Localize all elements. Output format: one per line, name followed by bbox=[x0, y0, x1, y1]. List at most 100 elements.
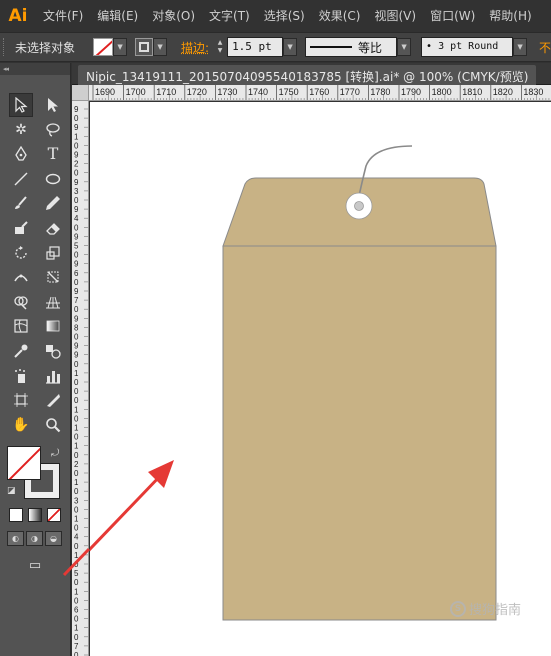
gradient-tool-icon[interactable] bbox=[41, 314, 65, 338]
screen-mode-icon[interactable]: ▭ bbox=[24, 557, 46, 573]
fill-stroke-controls: ⤾ ◪ bbox=[7, 446, 65, 506]
zoom-tool-icon[interactable] bbox=[41, 413, 65, 437]
spin-down-icon[interactable]: ▼ bbox=[218, 47, 223, 55]
ruler-label: 9 bbox=[74, 351, 79, 360]
type-tool-icon[interactable]: T bbox=[41, 142, 65, 166]
line-segment-tool-icon[interactable] bbox=[9, 167, 33, 191]
scale-tool-icon[interactable] bbox=[41, 241, 65, 265]
default-fill-stroke-icon[interactable]: ◪ bbox=[7, 486, 16, 496]
width-tool-icon[interactable] bbox=[9, 265, 33, 289]
menu-view[interactable]: 视图(V) bbox=[367, 0, 423, 32]
draw-normal-icon[interactable]: ◐ bbox=[7, 531, 24, 546]
draw-behind-icon[interactable]: ◑ bbox=[26, 531, 43, 546]
ellipse-tool-icon[interactable] bbox=[41, 167, 65, 191]
document-tab[interactable]: Nipic_13419111_20150704095540183785 [转换]… bbox=[78, 65, 537, 85]
ruler-label: 9 bbox=[74, 105, 79, 114]
menu-object[interactable]: 对象(O) bbox=[145, 0, 202, 32]
fill-dropdown-icon[interactable]: ▼ bbox=[113, 38, 128, 56]
fill-none-swatch[interactable] bbox=[7, 446, 41, 480]
ruler-label: 0 bbox=[74, 360, 79, 369]
eraser-tool-icon[interactable] bbox=[41, 216, 65, 240]
mesh-tool-icon[interactable] bbox=[9, 314, 33, 338]
selection-tool-icon[interactable] bbox=[9, 93, 33, 117]
brush-definition[interactable]: • 3 pt Round bbox=[421, 37, 514, 57]
horizontal-ruler[interactable]: 1690 1700 1710 1720 1730 1740 1750 1760 1770 1780… bbox=[89, 85, 551, 101]
menu-window[interactable]: 窗口(W) bbox=[423, 0, 482, 32]
ruler-label: 1 bbox=[74, 478, 79, 487]
ruler-origin[interactable] bbox=[72, 85, 89, 101]
ruler-label: 0 bbox=[74, 169, 79, 178]
opacity-label[interactable]: 不 bbox=[539, 39, 551, 56]
ruler-label: 0 bbox=[74, 251, 79, 260]
artboard-canvas[interactable] bbox=[66, 102, 551, 656]
ruler-label: 1820 bbox=[493, 87, 513, 97]
menu-effect[interactable]: 效果(C) bbox=[312, 0, 368, 32]
magic-wand-tool-icon[interactable]: ✲ bbox=[9, 118, 33, 142]
slice-tool-icon[interactable] bbox=[41, 388, 65, 412]
menu-select[interactable]: 选择(S) bbox=[257, 0, 312, 32]
none-mode-icon[interactable] bbox=[47, 508, 61, 522]
ruler-label: 9 bbox=[74, 205, 79, 214]
ruler-label: 9 bbox=[74, 123, 79, 132]
stroke-weight-spinner[interactable]: ▲ ▼ bbox=[213, 37, 227, 57]
ruler-label: 0 bbox=[74, 505, 79, 514]
ruler-label: 0 bbox=[74, 196, 79, 205]
spin-up-icon[interactable]: ▲ bbox=[218, 39, 223, 47]
ruler-label: 9 bbox=[74, 260, 79, 269]
ruler-label: 0 bbox=[74, 542, 79, 551]
ruler-label: 0 bbox=[74, 114, 79, 123]
variable-width-profile[interactable]: 等比 bbox=[305, 37, 398, 57]
panel-grip[interactable] bbox=[3, 38, 7, 56]
paintbrush-tool-icon[interactable] bbox=[9, 191, 33, 215]
ruler-label: 4 bbox=[74, 214, 79, 223]
ruler-label: 1 bbox=[74, 132, 79, 141]
annotation-arrow bbox=[66, 472, 164, 574]
ruler-label: 0 bbox=[74, 469, 79, 478]
free-transform-tool-icon[interactable] bbox=[41, 265, 65, 289]
ruler-label: 1800 bbox=[432, 87, 452, 97]
menu-type[interactable]: 文字(T) bbox=[202, 0, 257, 32]
profile-dropdown-icon[interactable]: ▼ bbox=[397, 38, 412, 56]
color-mode-icon[interactable] bbox=[9, 508, 23, 522]
perspective-grid-tool-icon[interactable] bbox=[41, 290, 65, 314]
symbol-sprayer-tool-icon[interactable] bbox=[9, 364, 33, 388]
blend-tool-icon[interactable] bbox=[41, 339, 65, 363]
stroke-label[interactable]: 描边: bbox=[181, 39, 209, 56]
blob-brush-tool-icon[interactable] bbox=[9, 216, 33, 240]
menu-file[interactable]: 文件(F) bbox=[36, 0, 90, 32]
brush-dropdown-icon[interactable]: ▼ bbox=[513, 38, 528, 56]
column-graph-tool-icon[interactable] bbox=[41, 364, 65, 388]
vertical-ruler[interactable]: 9091092093094095096097098099010001010102… bbox=[72, 101, 89, 656]
menu-edit[interactable]: 编辑(E) bbox=[90, 0, 145, 32]
stroke-swatch[interactable] bbox=[135, 38, 154, 56]
ruler-label: 1 bbox=[74, 551, 79, 560]
ruler-label: 9 bbox=[74, 151, 79, 160]
draw-inside-icon[interactable]: ◒ bbox=[45, 531, 62, 546]
rotate-tool-icon[interactable] bbox=[9, 241, 33, 265]
ruler-label: 2 bbox=[74, 160, 79, 169]
stroke-weight-input[interactable]: 1.5 pt bbox=[227, 37, 284, 57]
ruler-label: 3 bbox=[74, 496, 79, 505]
control-bar: 未选择对象 ▼ ▼ 描边: ▲ ▼ 1.5 pt ▼ 等比 ▼ • 3 pt Ro… bbox=[0, 32, 551, 62]
ruler-label: 1710 bbox=[156, 87, 176, 97]
ruler-label: 0 bbox=[74, 651, 79, 656]
drawing-modes-row: ◐ ◑ ◒ bbox=[7, 531, 62, 546]
direct-selection-tool-icon[interactable] bbox=[41, 93, 65, 117]
fill-swatch[interactable] bbox=[93, 38, 114, 56]
ruler-label: 7 bbox=[74, 296, 79, 305]
ruler-label: 1 bbox=[74, 369, 79, 378]
eyedropper-tool-icon[interactable] bbox=[9, 339, 33, 363]
shape-builder-tool-icon[interactable] bbox=[9, 290, 33, 314]
lasso-tool-icon[interactable] bbox=[41, 118, 65, 142]
swap-fill-stroke-icon[interactable]: ⤾ bbox=[51, 448, 59, 459]
hand-tool-icon[interactable]: ✋ bbox=[9, 413, 33, 437]
stroke-weight-dropdown-icon[interactable]: ▼ bbox=[283, 38, 298, 56]
tools-panel-header[interactable]: ◂◂ bbox=[0, 63, 70, 75]
stroke-dropdown-icon[interactable]: ▼ bbox=[153, 38, 168, 56]
ruler-label: 1 bbox=[74, 405, 79, 414]
pencil-tool-icon[interactable] bbox=[41, 191, 65, 215]
menu-help[interactable]: 帮助(H) bbox=[482, 0, 538, 32]
pen-tool-icon[interactable] bbox=[9, 142, 33, 166]
gradient-mode-icon[interactable] bbox=[28, 508, 42, 522]
artboard-tool-icon[interactable] bbox=[9, 388, 33, 412]
